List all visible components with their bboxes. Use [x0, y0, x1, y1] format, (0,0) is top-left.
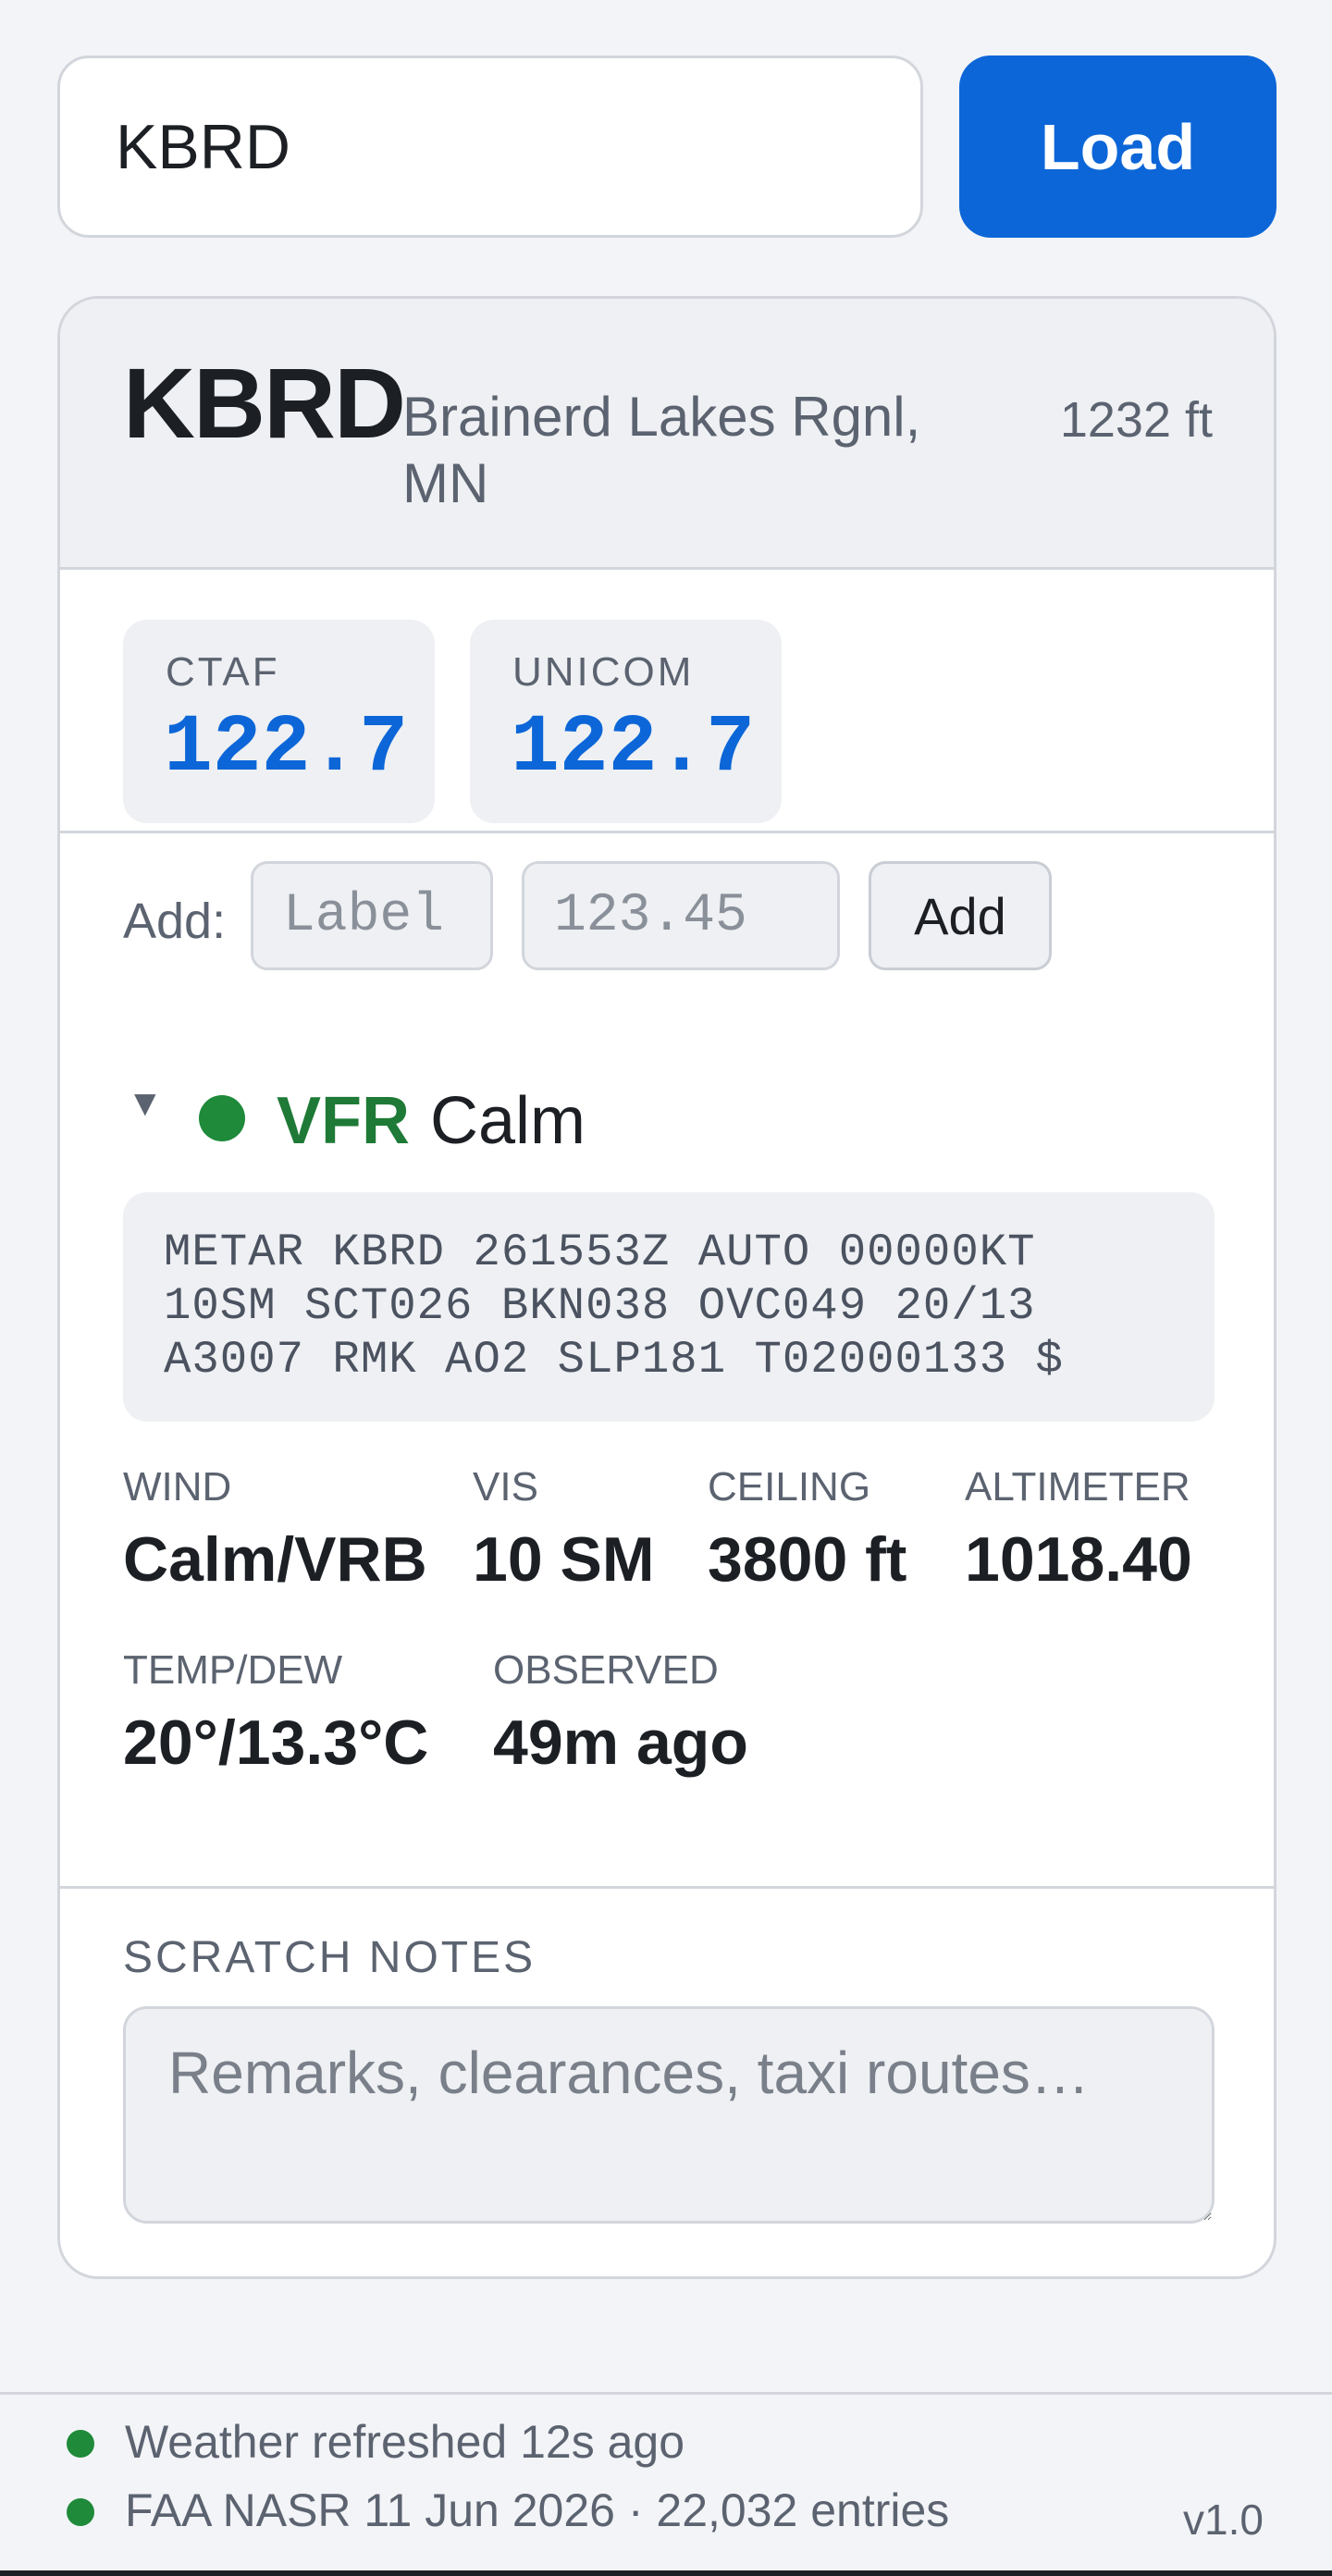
wind-summary: Calm: [430, 1084, 586, 1158]
bottom-edge: [0, 2570, 1332, 2576]
frequency-label: CTAF: [166, 649, 280, 695]
scratch-notes-input[interactable]: [123, 2006, 1215, 2224]
frequency-value: 122.7: [511, 703, 756, 795]
app-version: v1.0: [1183, 2496, 1264, 2544]
weather-refresh-text: Weather refreshed 12s ago: [125, 2416, 685, 2468]
status-dot-icon: [67, 2498, 94, 2526]
caret-down-icon[interactable]: ▼: [127, 1083, 164, 1125]
airport-header: KBRD Brainerd Lakes Rgnl, MN 1232 ft: [60, 299, 1274, 570]
status-dot-icon: [67, 2430, 94, 2458]
frequency-list: CTAF 122.7 UNICOM 122.7: [60, 570, 1274, 833]
airport-name: Brainerd Lakes Rgnl, MN: [402, 386, 921, 514]
stat-ceiling: CEILING 3800 ft: [708, 1464, 906, 1596]
database-info-text: FAA NASR 11 Jun 2026 · 22,032 entries: [125, 2484, 950, 2536]
search-bar: Load: [57, 55, 1276, 238]
airport-search-input[interactable]: [57, 55, 923, 238]
stat-altimeter: ALTIMETER 1018.40: [965, 1464, 1192, 1596]
stat-label: WIND: [123, 1464, 232, 1510]
metar-raw: METAR KBRD 261553Z AUTO 00000KT 10SM SCT…: [123, 1192, 1215, 1422]
airport-elevation: 1232 ft: [1059, 392, 1213, 448]
add-frequency-label: Add:: [123, 894, 227, 949]
stat-value: 49m ago: [493, 1707, 748, 1778]
airport-card: KBRD Brainerd Lakes Rgnl, MN 1232 ft CTA…: [57, 296, 1276, 2279]
load-button[interactable]: Load: [959, 55, 1276, 238]
stat-visibility: VIS 10 SM: [473, 1464, 655, 1596]
airport-ident: KBRD: [123, 347, 406, 459]
stat-label: VIS: [473, 1464, 538, 1510]
stat-label: TEMP/DEW: [123, 1647, 343, 1693]
stat-value: 3800 ft: [708, 1524, 907, 1595]
frequency-ctaf[interactable]: CTAF 122.7: [123, 620, 435, 823]
frequency-label-input[interactable]: [251, 861, 493, 970]
flight-category: VFR: [277, 1084, 410, 1158]
stat-value: 20°/13.3°C: [123, 1707, 429, 1778]
frequency-value-input[interactable]: [522, 861, 840, 970]
frequency-unicom[interactable]: UNICOM 122.7: [470, 620, 782, 823]
weather-toggle[interactable]: [60, 1066, 1274, 1196]
stat-wind: WIND Calm/VRB: [123, 1464, 427, 1596]
add-frequency-button[interactable]: Add: [869, 861, 1052, 970]
stat-observed: OBSERVED 49m ago: [493, 1647, 748, 1779]
add-frequency-row: Add: Add: [60, 833, 1274, 972]
stat-label: ALTIMETER: [965, 1464, 1190, 1510]
frequency-label: UNICOM: [512, 649, 695, 695]
status-footer: Weather refreshed 12s ago FAA NASR 11 Ju…: [0, 2392, 1332, 2576]
stat-temp-dew: TEMP/DEW 20°/13.3°C: [123, 1647, 428, 1779]
scratch-notes-label: SCRATCH NOTES: [123, 1933, 536, 1982]
stat-value: 10 SM: [473, 1524, 655, 1595]
stat-value: 1018.40: [965, 1524, 1192, 1595]
flight-category-dot-icon: [199, 1095, 245, 1141]
stat-value: Calm/VRB: [123, 1524, 427, 1595]
section-divider: [60, 1886, 1274, 1889]
stat-label: CEILING: [708, 1464, 871, 1510]
stat-label: OBSERVED: [493, 1647, 719, 1693]
frequency-value: 122.7: [164, 703, 409, 795]
